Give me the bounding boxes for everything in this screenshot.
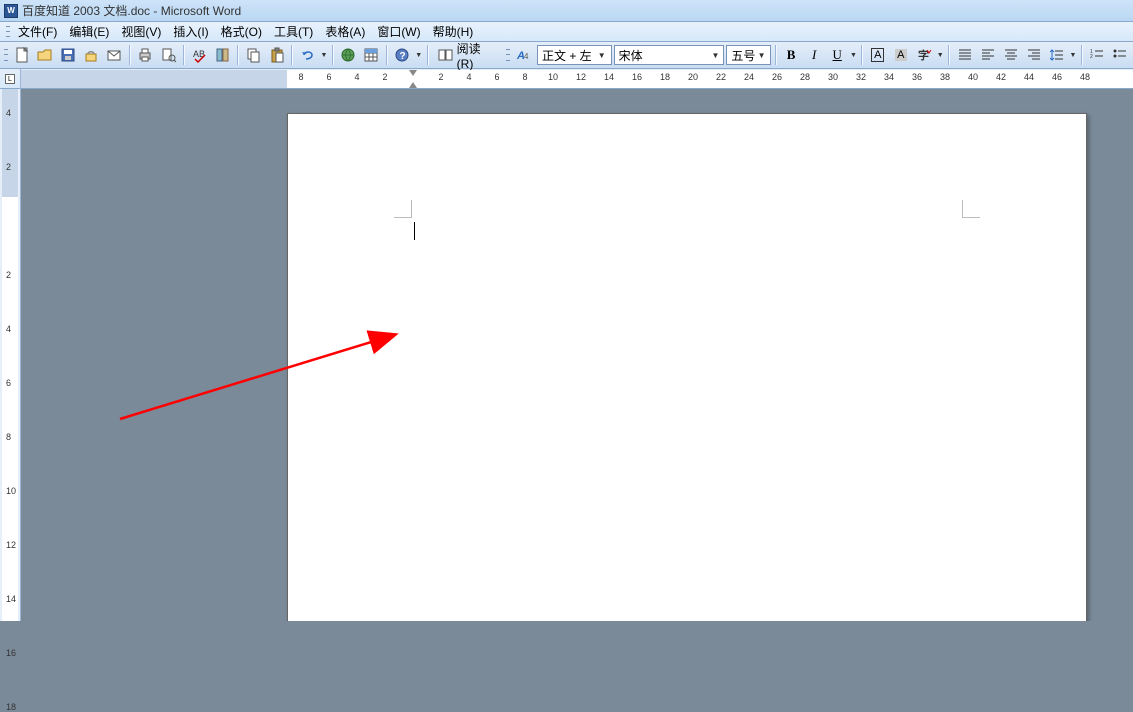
separator [1081, 45, 1083, 65]
menu-window[interactable]: 窗口(W) [371, 23, 426, 41]
chevron-down-icon: ▼ [756, 51, 768, 60]
email-button[interactable] [104, 44, 125, 66]
align-distribute-button[interactable] [954, 44, 975, 66]
standard-toolbar: AB ▼ ? ▼ 阅读(R) A4 正文 + 左 ▼ 宋体 ▼ 五号 ▼ B I… [0, 42, 1133, 69]
chevron-down-icon: ▼ [596, 51, 608, 60]
style-value: 正文 + 左 [542, 47, 592, 64]
menu-tools[interactable]: 工具(T) [268, 23, 319, 41]
document-canvas[interactable] [21, 89, 1133, 621]
paste-button[interactable] [266, 44, 287, 66]
text-cursor [414, 222, 415, 240]
align-right-button[interactable] [1023, 44, 1044, 66]
font-effect-dropdown-icon[interactable]: ▼ [936, 52, 944, 59]
work-area: 4224681012141618 [0, 89, 1133, 621]
word-app-icon: W [4, 4, 18, 18]
menu-edit[interactable]: 编辑(E) [63, 23, 115, 41]
reading-layout-label: 阅读(R) [455, 40, 498, 71]
undo-button[interactable] [297, 44, 318, 66]
separator [291, 45, 293, 65]
menu-insert[interactable]: 插入(I) [167, 23, 214, 41]
svg-text:2: 2 [1090, 54, 1093, 60]
numbered-list-button[interactable]: 12 [1087, 44, 1108, 66]
reading-layout-button[interactable]: 阅读(R) [433, 44, 503, 66]
char-border-button[interactable]: A [867, 44, 888, 66]
margin-corner-top-left [394, 200, 412, 218]
first-line-indent-marker[interactable] [409, 70, 417, 76]
bulleted-list-button[interactable] [1110, 44, 1131, 66]
grip-icon[interactable] [6, 21, 10, 43]
title-bar: W 百度知道 2003 文档.doc - Microsoft Word [0, 0, 1133, 22]
separator [861, 45, 863, 65]
new-document-button[interactable] [12, 44, 33, 66]
italic-button[interactable]: I [804, 44, 825, 66]
grip-icon[interactable] [506, 44, 510, 66]
styles-pane-button[interactable]: A4 [514, 44, 535, 66]
style-combo[interactable]: 正文 + 左 ▼ [537, 45, 612, 65]
separator [237, 45, 239, 65]
underline-button[interactable]: U [827, 44, 848, 66]
font-value: 宋体 [619, 47, 643, 64]
save-button[interactable] [58, 44, 79, 66]
vertical-ruler[interactable]: 4224681012141618 [0, 89, 21, 621]
spellcheck-button[interactable]: AB [189, 44, 210, 66]
chevron-down-icon: ▼ [709, 51, 721, 60]
open-button[interactable] [35, 44, 56, 66]
hanging-indent-marker[interactable] [409, 82, 417, 88]
char-shading-button[interactable]: A [890, 44, 911, 66]
separator [775, 45, 777, 65]
separator [386, 45, 388, 65]
copy-button[interactable] [243, 44, 264, 66]
insert-table-button[interactable] [361, 44, 382, 66]
svg-text:?: ? [400, 51, 406, 62]
undo-dropdown-icon[interactable]: ▼ [320, 52, 328, 59]
horizontal-ruler[interactable]: 8642246810121416182022242628303234363840… [21, 70, 1133, 88]
help-dropdown-icon[interactable]: ▼ [415, 52, 423, 59]
grip-icon[interactable] [4, 44, 8, 66]
bold-button[interactable]: B [781, 44, 802, 66]
separator [183, 45, 185, 65]
separator [427, 45, 429, 65]
menu-help[interactable]: 帮助(H) [427, 23, 480, 41]
print-preview-button[interactable] [158, 44, 179, 66]
menu-table[interactable]: 表格(A) [319, 23, 371, 41]
permissions-button[interactable] [81, 44, 102, 66]
font-size-value: 五号 [731, 47, 755, 64]
tab-selector-button[interactable]: L [0, 69, 21, 89]
line-spacing-dropdown-icon[interactable]: ▼ [1069, 52, 1077, 59]
align-center-button[interactable] [1000, 44, 1021, 66]
help-button[interactable]: ? [392, 44, 413, 66]
menu-format[interactable]: 格式(O) [215, 23, 268, 41]
ruler-margin-top [2, 89, 18, 197]
hyperlink-button[interactable] [338, 44, 359, 66]
menu-bar: 文件(F) 编辑(E) 视图(V) 插入(I) 格式(O) 工具(T) 表格(A… [0, 22, 1133, 42]
separator [332, 45, 334, 65]
align-left-button[interactable] [977, 44, 998, 66]
horizontal-ruler-bar: L 86422468101214161820222426283032343638… [0, 69, 1133, 89]
svg-text:4: 4 [524, 52, 529, 61]
separator [948, 45, 950, 65]
margin-corner-top-right [962, 200, 980, 218]
print-button[interactable] [135, 44, 156, 66]
separator [129, 45, 131, 65]
research-button[interactable] [212, 44, 233, 66]
annotation-arrow-icon [118, 327, 408, 423]
font-size-combo[interactable]: 五号 ▼ [726, 45, 770, 65]
window-title: 百度知道 2003 文档.doc - Microsoft Word [22, 2, 241, 19]
font-combo[interactable]: 宋体 ▼ [614, 45, 725, 65]
line-spacing-button[interactable] [1046, 44, 1067, 66]
font-effect-button[interactable]: 字 [913, 44, 934, 66]
menu-file[interactable]: 文件(F) [12, 23, 63, 41]
underline-dropdown-icon[interactable]: ▼ [850, 52, 858, 59]
menu-view[interactable]: 视图(V) [115, 23, 167, 41]
